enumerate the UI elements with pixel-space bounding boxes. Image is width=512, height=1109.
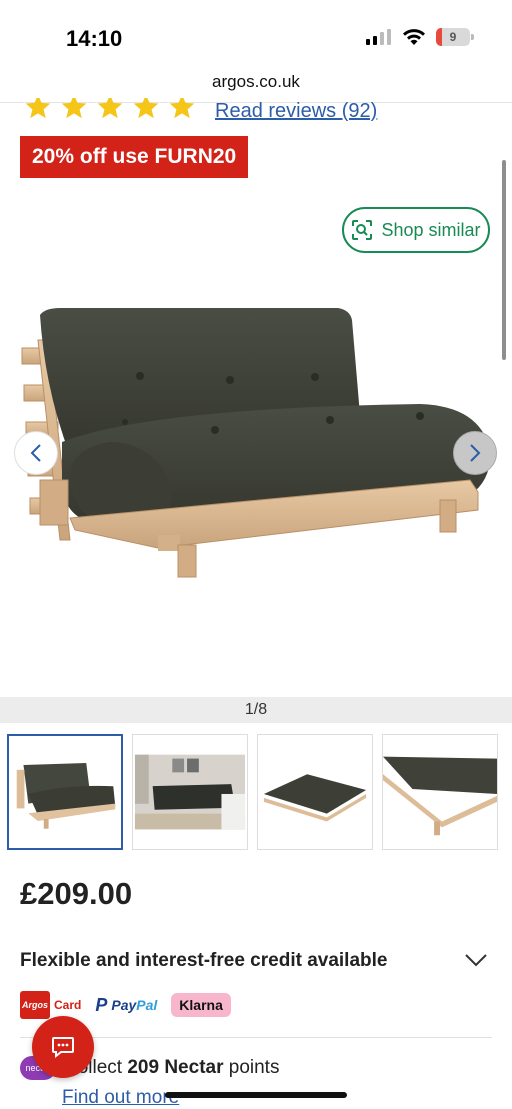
thumbnail-image bbox=[383, 735, 497, 849]
thumbnail-2[interactable] bbox=[132, 734, 248, 850]
scroll-indicator[interactable] bbox=[502, 160, 506, 360]
chevron-right-icon bbox=[470, 444, 481, 462]
nectar-text: Collect 209 Nectar points bbox=[64, 1057, 279, 1079]
argos-logo: Argos bbox=[20, 991, 50, 1019]
next-image-button[interactable] bbox=[453, 431, 497, 475]
chevron-down-icon[interactable] bbox=[464, 952, 488, 968]
paypal-label-1: Pay bbox=[111, 997, 137, 1013]
chevron-left-icon bbox=[30, 444, 41, 462]
star-icon bbox=[133, 98, 159, 119]
paypal-icon: P bbox=[95, 994, 108, 1015]
nectar-points-value: 209 Nectar bbox=[127, 1057, 224, 1078]
shop-similar-label: Shop similar bbox=[381, 219, 481, 240]
battery-level: 9 bbox=[449, 30, 457, 44]
find-out-more-link[interactable]: Find out more bbox=[62, 1087, 179, 1109]
thumbnail-image bbox=[9, 736, 121, 848]
thumbnail-strip bbox=[7, 734, 498, 850]
stars-container bbox=[24, 98, 196, 121]
payment-methods: Argos Card P Pay Pal Klarna bbox=[20, 991, 231, 1019]
credit-accordion[interactable]: Flexible and interest-free credit availa… bbox=[20, 950, 492, 980]
futon-sofa-image bbox=[21, 308, 491, 578]
star-icon bbox=[169, 98, 195, 119]
thumbnail-3[interactable] bbox=[257, 734, 373, 850]
image-counter: 1/8 bbox=[0, 697, 512, 723]
status-time: 14:10 bbox=[66, 26, 123, 51]
product-image[interactable] bbox=[0, 180, 512, 695]
chat-icon bbox=[52, 1037, 74, 1058]
read-reviews-link[interactable]: Read reviews (92) bbox=[215, 100, 377, 123]
paypal-logo: P Pay Pal bbox=[95, 995, 157, 1016]
thumbnail-image bbox=[258, 735, 372, 849]
argos-card-label: Card bbox=[54, 998, 82, 1012]
product-price: £209.00 bbox=[20, 876, 133, 911]
wifi-icon bbox=[403, 29, 425, 45]
star-icon bbox=[97, 98, 123, 119]
nectar-suffix: points bbox=[223, 1057, 280, 1078]
previous-image-button[interactable] bbox=[14, 431, 58, 475]
star-icon bbox=[25, 98, 51, 119]
visual-search-icon bbox=[352, 220, 373, 240]
paypal-label-2: Pal bbox=[136, 997, 158, 1013]
battery-icon: 9 bbox=[436, 28, 474, 46]
home-indicator bbox=[165, 1092, 347, 1098]
chat-button[interactable] bbox=[32, 1016, 94, 1078]
argos-card-logo: Argos Card bbox=[20, 991, 81, 1019]
klarna-logo: Klarna bbox=[171, 993, 231, 1017]
credit-label: Flexible and interest-free credit availa… bbox=[20, 950, 388, 971]
status-icons: 9 bbox=[366, 28, 474, 46]
status-bar: 14:10 9 bbox=[0, 0, 512, 72]
signal-icon bbox=[366, 29, 391, 45]
shop-similar-button[interactable]: Shop similar bbox=[342, 207, 490, 253]
thumbnail-image bbox=[133, 735, 247, 849]
star-icon bbox=[61, 98, 87, 119]
rating-stars bbox=[24, 98, 196, 126]
promo-badge: 20% off use FURN20 bbox=[20, 136, 249, 178]
thumbnail-4[interactable] bbox=[382, 734, 498, 850]
thumbnail-1[interactable] bbox=[7, 734, 123, 850]
